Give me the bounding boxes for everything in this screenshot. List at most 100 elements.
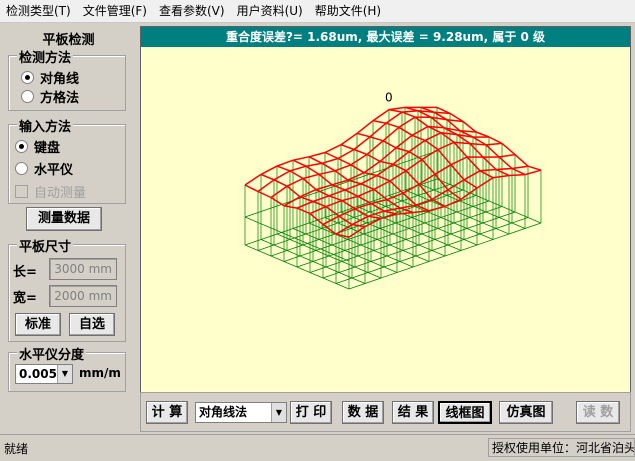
surface-line bbox=[367, 154, 380, 161]
surface-line bbox=[512, 166, 528, 168]
surface-line bbox=[361, 184, 374, 190]
surface-line bbox=[438, 142, 454, 149]
level-group-title: 水平仪分度 bbox=[17, 344, 86, 363]
surface-line bbox=[451, 165, 464, 180]
surface-line bbox=[406, 171, 419, 185]
surface-line bbox=[390, 181, 403, 193]
radio-keyboard-label: 键盘 bbox=[34, 137, 60, 156]
menu-view-params[interactable]: 查看参数(V) bbox=[153, 0, 231, 22]
print-button[interactable]: 打 印 bbox=[290, 401, 332, 424]
surface-line bbox=[415, 117, 428, 126]
surface-line bbox=[329, 196, 342, 201]
surface-line bbox=[342, 196, 358, 200]
wireframe-button[interactable]: 线框图 bbox=[438, 401, 492, 424]
custom-button[interactable]: 自选 bbox=[69, 313, 115, 336]
surface-line bbox=[284, 197, 300, 206]
surface-line bbox=[499, 157, 512, 169]
surface-line bbox=[486, 145, 499, 157]
surface-line bbox=[480, 170, 496, 171]
calculate-button[interactable]: 计 算 bbox=[146, 401, 188, 424]
status-text: 就绪 bbox=[4, 440, 28, 457]
surface-line bbox=[489, 137, 502, 143]
width-field[interactable]: 2000 mm bbox=[49, 285, 117, 307]
radio-dot-level bbox=[15, 162, 28, 175]
surface-line bbox=[387, 193, 403, 199]
auto-measure-label: 自动测量 bbox=[34, 182, 86, 201]
plot-panel: 重合度误差?= 1.68um, 最大误差 = 9.28um, 属于 0 级 0 bbox=[140, 26, 631, 393]
surface-line bbox=[277, 166, 290, 171]
simulation-button[interactable]: 仿真图 bbox=[499, 401, 553, 424]
measure-data-button[interactable]: 测量数据 bbox=[26, 207, 102, 231]
method-select-value: 对角线法 bbox=[199, 405, 247, 419]
surface-line bbox=[396, 148, 409, 152]
surface-line bbox=[322, 163, 335, 171]
radio-diagonal-label: 对角线 bbox=[40, 68, 79, 87]
surface-line bbox=[425, 140, 438, 149]
menu-user-info[interactable]: 用户资料(U) bbox=[231, 0, 309, 22]
size-group-title: 平板尺寸 bbox=[17, 236, 73, 255]
surface-line bbox=[386, 112, 402, 123]
level-select[interactable]: 0.005 ▼ bbox=[15, 364, 73, 384]
radio-keyboard[interactable]: 键盘 bbox=[15, 137, 60, 156]
surface-line bbox=[397, 213, 413, 215]
surface-line bbox=[290, 171, 303, 179]
surface-line bbox=[245, 185, 258, 192]
surface-line bbox=[271, 186, 287, 197]
surface-line bbox=[339, 216, 352, 225]
surface-line bbox=[245, 174, 261, 185]
panel-title: 平板检测 bbox=[0, 29, 137, 48]
surface-line bbox=[361, 176, 377, 184]
menu-bar: 检测类型(T) 文件管理(F) 查看参数(V) 用户资料(U) 帮助文件(H) bbox=[0, 0, 635, 23]
surface-line bbox=[470, 144, 483, 158]
surface-line bbox=[293, 157, 309, 160]
surface-line bbox=[258, 180, 274, 192]
surface-line bbox=[274, 171, 290, 180]
surface-line bbox=[306, 163, 322, 166]
surface-line bbox=[319, 171, 335, 175]
menu-detection-type[interactable]: 检测类型(T) bbox=[0, 0, 77, 22]
surface-line bbox=[496, 170, 509, 176]
radio-level-label: 水平仪 bbox=[34, 159, 73, 178]
surface-line bbox=[329, 190, 345, 196]
surface-line bbox=[352, 225, 365, 227]
radio-diagonal[interactable]: 对角线 bbox=[21, 68, 79, 87]
surface-line bbox=[325, 153, 338, 159]
surface-line bbox=[380, 161, 393, 164]
length-label: 长= bbox=[13, 261, 37, 280]
menu-help[interactable]: 帮助文件(H) bbox=[309, 0, 387, 22]
surface-line bbox=[515, 155, 528, 167]
radio-level[interactable]: 水平仪 bbox=[15, 159, 73, 178]
read-button[interactable]: 读 数 bbox=[576, 401, 620, 424]
surface-line bbox=[451, 157, 467, 165]
surface-line bbox=[348, 180, 361, 184]
surface-line bbox=[445, 199, 461, 206]
surface-line bbox=[380, 148, 396, 162]
radio-grid[interactable]: 方格法 bbox=[21, 87, 79, 106]
surface-line bbox=[412, 135, 425, 140]
surface-line bbox=[338, 159, 351, 165]
surface-line bbox=[509, 175, 525, 176]
result-button[interactable]: 结 果 bbox=[392, 401, 434, 424]
auto-measure-checkbox[interactable]: 自动测量 bbox=[15, 182, 86, 201]
data-button[interactable]: 数 据 bbox=[342, 401, 384, 424]
bottom-toolbar: 计 算 对角线法 ▼ 打 印 数 据 结 果 线框图 仿真图 读 数 bbox=[140, 392, 631, 432]
standard-button[interactable]: 标准 bbox=[15, 313, 61, 336]
menu-file[interactable]: 文件管理(F) bbox=[77, 0, 153, 22]
surface-line bbox=[387, 200, 400, 209]
level-group: 水平仪分度 0.005 ▼ mm/m bbox=[8, 352, 126, 392]
surface-line bbox=[297, 202, 313, 209]
surface-line bbox=[354, 150, 367, 155]
surface-line bbox=[313, 196, 329, 202]
length-field[interactable]: 3000 mm bbox=[49, 258, 117, 280]
surface-line bbox=[432, 199, 445, 206]
surface-line bbox=[412, 127, 428, 136]
surface-line bbox=[271, 198, 284, 206]
surface-line bbox=[368, 216, 381, 218]
method-select[interactable]: 对角线法 ▼ bbox=[195, 402, 287, 423]
surface-line bbox=[477, 178, 493, 188]
surface-line bbox=[345, 184, 361, 190]
surface-line bbox=[303, 174, 319, 178]
surface-line bbox=[277, 160, 293, 166]
surface-line bbox=[528, 166, 541, 170]
surface-line bbox=[383, 127, 399, 141]
